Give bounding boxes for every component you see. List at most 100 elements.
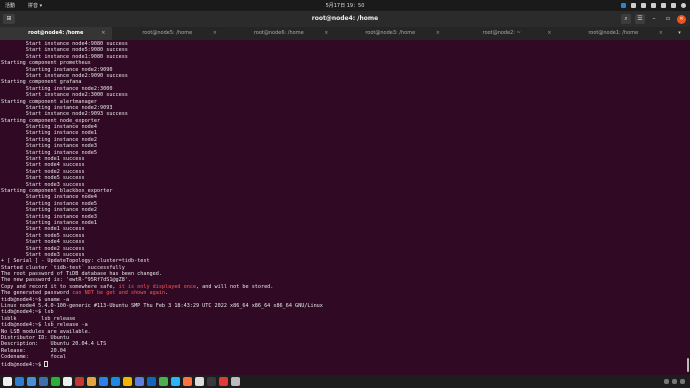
app-icon[interactable] bbox=[159, 377, 168, 386]
terminal-text: Starting component blackbox_exporter bbox=[1, 187, 113, 194]
terminal-text: The generated password bbox=[1, 290, 73, 297]
system-tray[interactable] bbox=[621, 1, 686, 10]
terminal-text: Start node4 success bbox=[1, 239, 85, 246]
terminal-cursor bbox=[44, 360, 48, 367]
tab-close-icon[interactable]: × bbox=[436, 27, 440, 40]
terminal-text: Starting instance node5 bbox=[1, 200, 97, 207]
tab-2[interactable]: root@node6: /home × bbox=[223, 27, 335, 40]
terminal-text: tidb@node4:~$ uname -a bbox=[1, 296, 70, 303]
tab-close-icon[interactable]: × bbox=[547, 27, 551, 40]
mail-icon[interactable] bbox=[39, 377, 48, 386]
app-icon[interactable] bbox=[171, 377, 180, 386]
tab-label: root@node1: /home bbox=[588, 30, 639, 36]
tab-4[interactable]: root@node2: ~ × bbox=[446, 27, 558, 40]
terminal-text: Starting instance node1 bbox=[1, 219, 97, 226]
tab-1[interactable]: root@node5: /home × bbox=[112, 27, 224, 40]
bluetooth-icon[interactable] bbox=[651, 3, 656, 8]
terminal-text: Starting component alertmanager bbox=[1, 98, 97, 105]
tab-list-menu-icon[interactable]: ▾ bbox=[669, 27, 690, 40]
chrome-icon[interactable] bbox=[123, 377, 132, 386]
windows-icon[interactable] bbox=[15, 377, 24, 386]
terminal-text: Distributor ID: Ubuntu bbox=[1, 334, 70, 341]
tab-close-icon[interactable]: × bbox=[213, 27, 217, 40]
app-icon[interactable] bbox=[183, 377, 192, 386]
code-icon[interactable] bbox=[99, 377, 108, 386]
terminal-text: Starting component grafana bbox=[1, 79, 82, 86]
tab-3[interactable]: root@node3: /home × bbox=[335, 27, 447, 40]
terminal-text: . bbox=[165, 290, 169, 297]
taskbar bbox=[0, 375, 690, 388]
terminal-text: Starting instance node2:9093 bbox=[1, 104, 113, 111]
search-icon[interactable]: ⌕ bbox=[621, 14, 631, 24]
tab-0[interactable]: root@node4: /home × bbox=[0, 27, 112, 40]
terminal-text: Starting instance node4 bbox=[1, 124, 97, 131]
terminal-text: , and will not be stored. bbox=[195, 283, 274, 290]
menu-icon[interactable]: ☰ bbox=[635, 14, 645, 24]
app-icon[interactable] bbox=[111, 377, 120, 386]
terminal-text: Start instance node5:9080 success bbox=[1, 47, 128, 54]
terminal-text: The root password of TiDB database has b… bbox=[1, 271, 162, 278]
chat-icon[interactable] bbox=[631, 3, 636, 8]
tab-label: root@node6: /home bbox=[253, 30, 304, 36]
tray-icon[interactable] bbox=[680, 379, 685, 384]
terminal-text: tidb@node4:~$ lsb_release -a bbox=[1, 322, 88, 329]
warning-text: it is only displayed once bbox=[118, 283, 196, 290]
terminal-text: Start node1 success bbox=[1, 226, 85, 233]
close-icon[interactable]: ✕ bbox=[677, 14, 686, 24]
terminal-text: Starting instance node2:9090 bbox=[1, 66, 113, 73]
taskbar-apps bbox=[3, 377, 240, 386]
terminal-text: tidb@node4:~$ bbox=[1, 361, 45, 368]
folder-icon[interactable] bbox=[87, 377, 96, 386]
qq-icon[interactable] bbox=[63, 377, 72, 386]
maximize-icon[interactable]: ▫ bbox=[663, 14, 673, 24]
app-icon[interactable] bbox=[75, 377, 84, 386]
tray-icon[interactable] bbox=[672, 379, 677, 384]
terminal-text: tidb@node4:~$ lsb bbox=[1, 309, 54, 316]
terminal-text: Starting instance node2 bbox=[1, 136, 97, 143]
start-menu-icon[interactable] bbox=[3, 377, 12, 386]
terminal-text: Start instance node2:9090 success bbox=[1, 72, 128, 79]
app-tray-icon[interactable] bbox=[621, 3, 626, 8]
scrollbar[interactable] bbox=[687, 358, 689, 372]
terminal-text: lsblk lsb_release bbox=[1, 315, 76, 322]
terminal-text: Start instance node2:3000 success bbox=[1, 92, 128, 99]
app-icon[interactable] bbox=[219, 377, 228, 386]
taskbar-tray bbox=[664, 379, 685, 384]
terminal-text: Starting component prometheus bbox=[1, 60, 91, 67]
tray-icon[interactable] bbox=[664, 379, 669, 384]
terminal-text: Start node5 success bbox=[1, 232, 85, 239]
warning-text: can NOT be get and shown again bbox=[72, 290, 166, 297]
terminal-text: Start node4 success bbox=[1, 162, 85, 169]
terminal-text: Start node2 success bbox=[1, 168, 85, 175]
tab-close-icon[interactable]: × bbox=[659, 27, 663, 40]
app-icon[interactable] bbox=[231, 377, 240, 386]
tab-close-icon[interactable]: × bbox=[324, 27, 328, 40]
files-icon[interactable] bbox=[27, 377, 36, 386]
terminal-text: Starting instance node1 bbox=[1, 130, 97, 137]
volume-icon[interactable] bbox=[661, 3, 666, 8]
app-icon[interactable] bbox=[135, 377, 144, 386]
tab-close-icon[interactable]: × bbox=[101, 27, 105, 40]
minimize-icon[interactable]: – bbox=[649, 14, 659, 24]
terminal-text: Start instance node1:9080 success bbox=[1, 53, 128, 60]
tab-bar: root@node4: /home × root@node5: /home × root… bbox=[0, 27, 690, 40]
terminal-text: Codename: focal bbox=[1, 354, 66, 361]
window-controls: ⌕ ☰ – ▫ ✕ bbox=[621, 14, 686, 24]
power-icon[interactable] bbox=[681, 3, 686, 8]
battery-icon[interactable] bbox=[671, 3, 676, 8]
terminal-output[interactable]: Start instance node4:9080 success Start … bbox=[0, 40, 690, 374]
window-title: root@node4: /home bbox=[311, 15, 379, 22]
terminal-icon[interactable] bbox=[207, 377, 216, 386]
terminal-text: Release: 20.04 bbox=[1, 347, 66, 354]
app-icon[interactable] bbox=[195, 377, 204, 386]
tab-5[interactable]: root@node1: /home × bbox=[558, 27, 670, 40]
terminal-text: Start instance node4:9080 success bbox=[1, 41, 128, 47]
tab-label: root@node4: /home bbox=[28, 30, 84, 36]
wifi-icon[interactable] bbox=[641, 3, 646, 8]
terminal-text: Starting instance node5 bbox=[1, 149, 97, 156]
wechat-icon[interactable] bbox=[51, 377, 60, 386]
tab-label: root@node2: ~ bbox=[482, 30, 521, 36]
clock[interactable]: 5月17日 19：50 bbox=[0, 2, 690, 9]
app-icon[interactable] bbox=[147, 377, 156, 386]
terminal-text: Starting instance node2 bbox=[1, 207, 97, 214]
